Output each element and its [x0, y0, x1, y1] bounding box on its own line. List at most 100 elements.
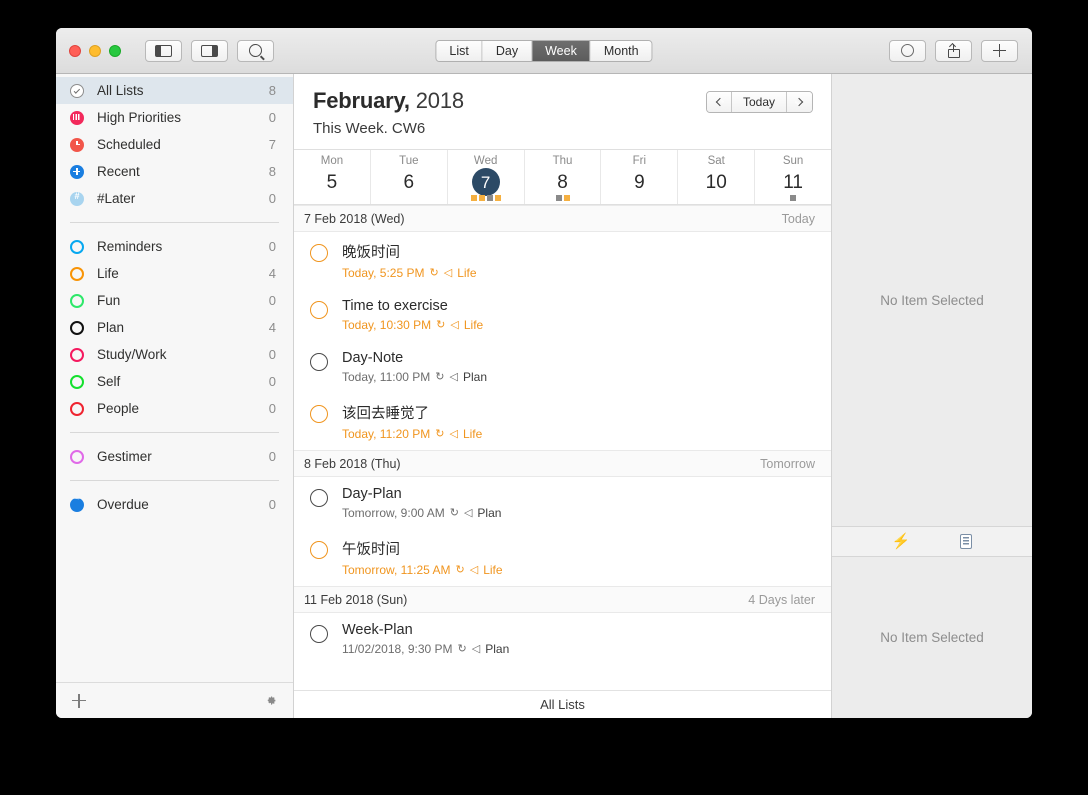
- sidebar-item-gestimer[interactable]: Gestimer 0: [56, 443, 293, 470]
- task-row[interactable]: Day-Note Today, 11:00 PM ↻ ◁ Plan: [294, 341, 831, 393]
- section-relative-label: 4 Days later: [748, 592, 815, 607]
- section-date: 11 Feb 2018 (Sun): [304, 592, 408, 607]
- add-list-button[interactable]: [72, 693, 86, 708]
- section-date: 8 Feb 2018 (Thu): [304, 456, 401, 471]
- search-button[interactable]: [237, 39, 274, 62]
- sound-icon: ◁: [469, 563, 479, 576]
- task-title: Week-Plan: [342, 622, 413, 638]
- task-title: Day-Note: [342, 350, 404, 366]
- sidebar-item-later[interactable]: #Later 0: [56, 185, 293, 212]
- task-list-name: Plan: [462, 370, 487, 384]
- task-title: Day-Plan: [342, 486, 402, 502]
- next-week-button[interactable]: [787, 92, 812, 112]
- tab-month[interactable]: Month: [590, 40, 652, 61]
- day-name: Sat: [707, 155, 725, 167]
- task-row[interactable]: Day-Plan Tomorrow, 9:00 AM ↻ ◁ Plan: [294, 477, 831, 529]
- task-row[interactable]: Week-Plan 11/02/2018, 9:30 PM ↻ ◁ Plan: [294, 613, 831, 665]
- minimize-window-button[interactable]: [89, 44, 101, 57]
- task-due-time: Tomorrow, 9:00 AM: [342, 506, 445, 520]
- task-due-time: Today, 10:30 PM: [342, 318, 432, 332]
- day-cell-tue[interactable]: Tue 6: [371, 150, 448, 204]
- sidebar-item-all-lists[interactable]: All Lists 8: [56, 77, 293, 104]
- sidebar-right-toggle-button[interactable]: [191, 39, 228, 62]
- repeat-icon: ↻: [435, 427, 445, 440]
- close-window-button[interactable]: [69, 44, 81, 57]
- tab-week[interactable]: Week: [532, 40, 591, 61]
- settings-gear-button[interactable]: [264, 694, 277, 707]
- detail-top-section: No Item Selected: [832, 74, 1032, 526]
- task-body: 午饭时间 Tomorrow, 11:25 AM ↻ ◁ Life: [342, 538, 503, 577]
- zoom-window-button[interactable]: [109, 44, 121, 57]
- task-due-time: Today, 11:20 PM: [342, 427, 431, 441]
- today-button[interactable]: Today: [731, 92, 787, 112]
- share-button[interactable]: [935, 39, 972, 62]
- sidebar-item-people[interactable]: People 0: [56, 395, 293, 422]
- day-cell-wed[interactable]: Wed 7: [448, 150, 525, 204]
- day-cell-fri[interactable]: Fri 9: [601, 150, 679, 204]
- sidebar-item-life[interactable]: Life 4: [56, 260, 293, 287]
- section-header: 7 Feb 2018 (Wed) Today: [294, 205, 831, 232]
- sidebar-item-fun[interactable]: Fun 0: [56, 287, 293, 314]
- task-meta: Tomorrow, 9:00 AM ↻ ◁ Plan: [342, 506, 501, 520]
- notes-icon[interactable]: [960, 534, 973, 549]
- day-cell-mon[interactable]: Mon 5: [294, 150, 371, 204]
- task-meta: Tomorrow, 11:25 AM ↻ ◁ Life: [342, 563, 503, 577]
- day-name: Tue: [399, 155, 419, 167]
- bolt-icon[interactable]: ⚡: [892, 534, 911, 549]
- task-complete-checkbox[interactable]: [310, 625, 328, 643]
- task-body: Day-Note Today, 11:00 PM ↻ ◁ Plan: [342, 350, 487, 384]
- sidebar-item-label: Study/Work: [97, 347, 167, 362]
- task-list-name: Life: [462, 427, 483, 441]
- sidebar-item-count: 8: [268, 164, 276, 179]
- task-complete-checkbox[interactable]: [310, 405, 328, 423]
- previous-week-button[interactable]: [706, 92, 732, 112]
- tilde-icon: [70, 494, 84, 512]
- sidebar-item-count: 0: [268, 110, 276, 125]
- day-cell-sat[interactable]: Sat 10: [678, 150, 756, 204]
- sidebar-item-reminders[interactable]: Reminders 0: [56, 233, 293, 260]
- day-event-dots: [790, 195, 797, 201]
- hash-icon: [70, 191, 84, 206]
- task-meta: 11/02/2018, 9:30 PM ↻ ◁ Plan: [342, 642, 509, 656]
- task-complete-checkbox[interactable]: [310, 541, 328, 559]
- year-label: 2018: [415, 88, 464, 113]
- day-cell-sun[interactable]: Sun 11: [755, 150, 831, 204]
- clock-icon: [70, 137, 84, 152]
- task-body: 该回去睡觉了 Today, 11:20 PM ↻ ◁ Life: [342, 402, 482, 441]
- tab-day[interactable]: Day: [482, 40, 533, 61]
- sidebar-divider-3: [70, 480, 279, 481]
- task-meta: Today, 11:00 PM ↻ ◁ Plan: [342, 370, 487, 384]
- sidebar-left-toggle-button[interactable]: [145, 39, 182, 62]
- sidebar-item-scheduled[interactable]: Scheduled 7: [56, 131, 293, 158]
- task-row[interactable]: 午饭时间 Tomorrow, 11:25 AM ↻ ◁ Life: [294, 529, 831, 586]
- sidebar-item-overdue[interactable]: Overdue 0: [56, 491, 293, 518]
- task-complete-checkbox[interactable]: [310, 353, 328, 371]
- sidebar-item-study-work[interactable]: Study/Work 0: [56, 341, 293, 368]
- add-button[interactable]: [981, 39, 1018, 62]
- view-mode-segmented-control[interactable]: List Day Week Month: [435, 39, 653, 62]
- toolbar-left-group: [145, 39, 274, 62]
- event-dot: [790, 195, 797, 201]
- sidebar-item-self[interactable]: Self 0: [56, 368, 293, 395]
- task-complete-checkbox[interactable]: [310, 244, 328, 262]
- tab-list[interactable]: List: [436, 40, 483, 61]
- task-list-name: Life: [463, 318, 484, 332]
- sidebar-item-high-priorities[interactable]: High Priorities 0: [56, 104, 293, 131]
- day-cell-thu[interactable]: Thu 8: [525, 150, 602, 204]
- task-row[interactable]: 晚饭时间 Today, 5:25 PM ↻ ◁ Life: [294, 232, 831, 289]
- sound-icon: ◁: [471, 642, 481, 655]
- sidebar-item-label: Overdue: [97, 497, 149, 512]
- task-meta: Today, 5:25 PM ↻ ◁ Life: [342, 266, 477, 280]
- task-due-time: Tomorrow, 11:25 AM: [342, 563, 451, 577]
- task-complete-checkbox[interactable]: [310, 301, 328, 319]
- traffic-lights: [69, 44, 121, 57]
- sidebar-item-recent[interactable]: Recent 8: [56, 158, 293, 185]
- event-dot: [470, 195, 477, 201]
- task-row[interactable]: 该回去睡觉了 Today, 11:20 PM ↻ ◁ Life: [294, 393, 831, 450]
- bars-icon: [70, 110, 84, 125]
- sidebar-item-label: People: [97, 401, 140, 416]
- task-complete-checkbox[interactable]: [310, 489, 328, 507]
- sidebar-item-plan[interactable]: Plan 4: [56, 314, 293, 341]
- task-row[interactable]: Time to exercise Today, 10:30 PM ↻ ◁ Life: [294, 289, 831, 341]
- circle-button[interactable]: [889, 39, 926, 62]
